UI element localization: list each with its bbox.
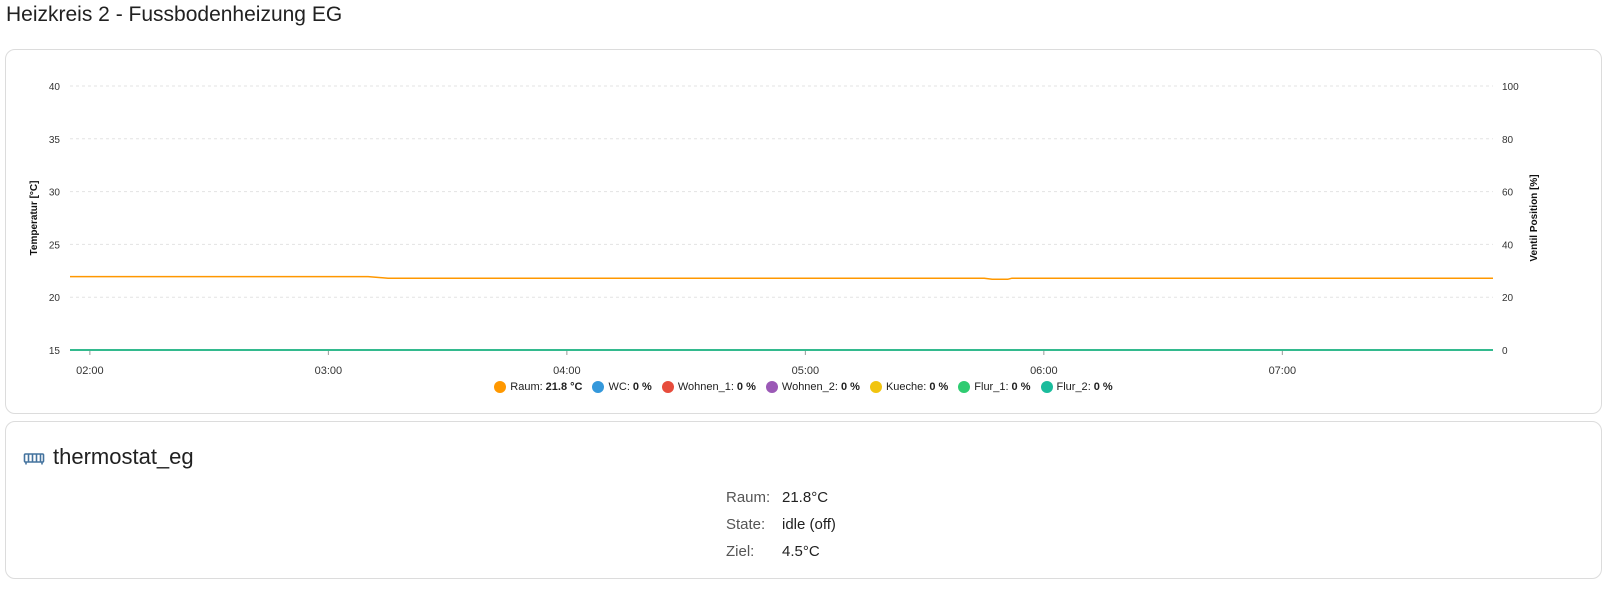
legend-value-raum: 21.8 °C bbox=[545, 381, 583, 393]
y-axis-title: Temperatur [°C] bbox=[29, 181, 40, 256]
legend-label-wohnen-1: Wohnen_1: bbox=[677, 381, 734, 393]
entity-header[interactable]: thermostat_eg bbox=[23, 444, 194, 470]
legend-value-wohnen-2: 0 % bbox=[840, 381, 860, 393]
legend-value-kueche: 0 % bbox=[929, 381, 949, 393]
y-tick-label: 30 bbox=[49, 188, 61, 199]
series-line-raum[interactable] bbox=[70, 275, 1493, 280]
attribute-value: idle (off) bbox=[782, 516, 836, 533]
history-graph-card: 15 20 25 30 35 40 0 20 40 60 80 100 02:00 03:00 04:00 0… bbox=[5, 49, 1602, 414]
attribute-label: State: bbox=[726, 516, 766, 533]
legend-value-flur-2: 0 % bbox=[1093, 381, 1113, 393]
legend-item-wohnen-1[interactable]: Wohnen_1: 0 % bbox=[661, 381, 756, 393]
y2-axis-title: Ventil Position [%] bbox=[1529, 174, 1540, 261]
attribute-row-ziel: Ziel: 4.5°C bbox=[726, 538, 836, 565]
legend-label-kueche: Kueche: bbox=[885, 381, 927, 393]
attribute-label: Raum: bbox=[726, 489, 771, 506]
legend-item-raum[interactable]: Raum: 21.8 °C bbox=[494, 381, 582, 393]
legend-label-flur-1: Flur_1: bbox=[974, 381, 1009, 393]
y2-tick-label: 0 bbox=[1502, 346, 1508, 357]
entity-card: thermostat_eg Raum: 21.8°C State: idle (… bbox=[5, 421, 1602, 579]
attribute-value: 21.8°C bbox=[782, 489, 829, 506]
attribute-value: 4.5°C bbox=[782, 543, 820, 560]
legend-label-wohnen-2: Wohnen_2: bbox=[781, 381, 838, 393]
attribute-row-state: State: idle (off) bbox=[726, 511, 836, 538]
legend-value-wc: 0 % bbox=[632, 381, 652, 393]
chart-legend: Raum: 21.8 °C WC: 0 % Wohnen_1: 0 % Wohn… bbox=[6, 381, 1601, 393]
legend-item-kueche[interactable]: Kueche: 0 % bbox=[869, 381, 949, 393]
y2-tick-label: 100 bbox=[1502, 82, 1519, 93]
legend-dot-raum bbox=[494, 381, 507, 393]
y-tick-label: 35 bbox=[49, 135, 61, 146]
x-tick-label: 05:00 bbox=[792, 365, 820, 377]
entity-name: thermostat_eg bbox=[53, 444, 194, 469]
y2-tick-label: 60 bbox=[1502, 188, 1514, 199]
legend-item-wohnen-2[interactable]: Wohnen_2: 0 % bbox=[765, 381, 860, 393]
x-tick-label: 07:00 bbox=[1269, 365, 1297, 377]
y-tick-label: 15 bbox=[49, 346, 61, 357]
y2-tick-label: 20 bbox=[1502, 293, 1514, 304]
page-title: Heizkreis 2 - Fussbodenheizung EG bbox=[6, 3, 343, 26]
legend-dot-wohnen-2 bbox=[765, 381, 778, 393]
legend-value-wohnen-1: 0 % bbox=[736, 381, 756, 393]
legend-item-flur-1[interactable]: Flur_1: 0 % bbox=[958, 381, 1031, 393]
legend-value-flur-1: 0 % bbox=[1011, 381, 1031, 393]
attribute-row-raum: Raum: 21.8°C bbox=[726, 484, 836, 511]
history-chart[interactable]: 15 20 25 30 35 40 0 20 40 60 80 100 02:00 03:00 04:00 0… bbox=[6, 50, 1601, 380]
y2-tick-label: 40 bbox=[1502, 240, 1514, 251]
x-tick-label: 04:00 bbox=[553, 365, 581, 377]
attribute-list: Raum: 21.8°C State: idle (off) Ziel: 4.5… bbox=[726, 484, 836, 565]
legend-item-wc[interactable]: WC: 0 % bbox=[592, 381, 652, 393]
attribute-label: Ziel: bbox=[726, 543, 755, 560]
radiator-icon bbox=[23, 449, 45, 465]
x-tick-label: 06:00 bbox=[1030, 365, 1058, 377]
y-tick-label: 25 bbox=[49, 240, 61, 251]
legend-dot-wc bbox=[592, 381, 605, 393]
y-tick-label: 20 bbox=[49, 293, 61, 304]
legend-item-flur-2[interactable]: Flur_2: 0 % bbox=[1040, 381, 1113, 393]
y-tick-label: 40 bbox=[49, 82, 61, 93]
legend-dot-flur-1 bbox=[958, 381, 971, 393]
legend-label-raum: Raum: bbox=[510, 381, 543, 393]
x-tick-label: 02:00 bbox=[76, 365, 104, 377]
legend-dot-wohnen-1 bbox=[661, 381, 674, 393]
legend-dot-flur-2 bbox=[1040, 381, 1053, 393]
legend-label-flur-2: Flur_2: bbox=[1056, 381, 1091, 393]
legend-label-wc: WC: bbox=[608, 381, 630, 393]
x-tick-label: 03:00 bbox=[315, 365, 343, 377]
legend-dot-kueche bbox=[869, 381, 882, 393]
y2-tick-label: 80 bbox=[1502, 135, 1514, 146]
